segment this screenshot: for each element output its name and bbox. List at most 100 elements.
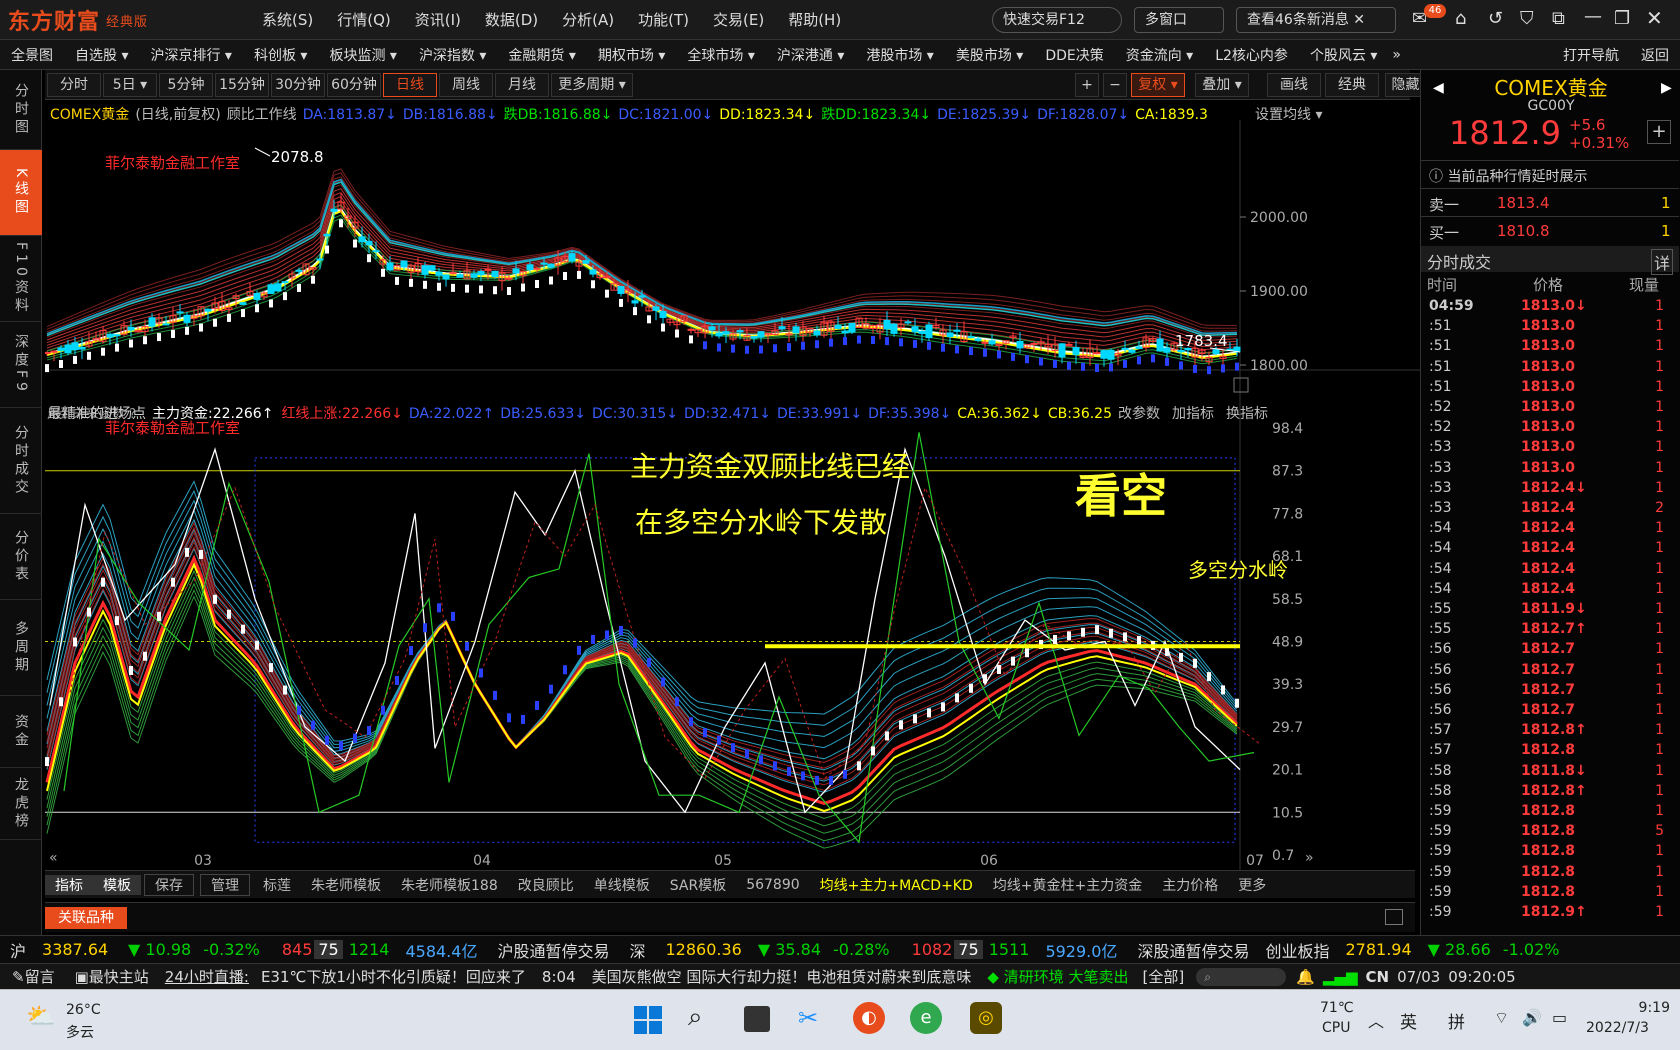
period-tab[interactable]: 周线 <box>439 73 493 97</box>
menu-item[interactable]: 数据(D) <box>473 8 550 32</box>
taskbar-date[interactable]: 2022/7/3 <box>1586 1020 1649 1036</box>
nav-item[interactable]: 沪深港通 ▾ <box>766 45 855 65</box>
menu-item[interactable]: 资讯(I) <box>403 8 473 32</box>
template-tab[interactable]: 管理 <box>200 873 250 896</box>
minimize-icon[interactable]: — <box>1584 6 1602 27</box>
add-watch-icon[interactable]: + <box>1647 120 1671 144</box>
left-tab[interactable]: 龙虎榜 <box>0 768 42 840</box>
nav-right-item[interactable]: 打开导航 <box>1552 45 1630 65</box>
ime-mode[interactable]: 拼 <box>1448 1008 1465 1033</box>
ime-lang[interactable]: 英 <box>1400 1008 1417 1033</box>
template-tab[interactable]: 均线+黄金柱+主力资金 <box>983 875 1152 895</box>
trades-list[interactable]: 04:59 1813.0↓ 1:51 1813.0 1:51 1813.0 1:51 1813… <box>1421 298 1679 938</box>
wifi-icon[interactable]: ⌔ <box>1494 1008 1509 1028</box>
start-icon[interactable] <box>634 1006 662 1034</box>
nav-item[interactable]: DDE决策 <box>1034 45 1114 65</box>
menu-item[interactable]: 功能(T) <box>626 8 701 32</box>
trades-detail-button[interactable]: 详 <box>1651 249 1674 275</box>
menu-item[interactable]: 帮助(H) <box>776 8 853 32</box>
expand-icon[interactable] <box>1385 909 1403 925</box>
period-tab[interactable]: 5分钟 <box>159 73 213 97</box>
menu-item[interactable]: 行情(Q) <box>325 8 403 32</box>
period-tab[interactable]: 分时 <box>47 73 101 97</box>
menu-item[interactable]: 系统(S) <box>250 8 325 32</box>
nav-item[interactable]: 全球市场 ▾ <box>676 45 765 65</box>
left-tab[interactable]: 分时成交 <box>0 408 42 514</box>
template-tab[interactable]: 指标 <box>45 874 93 895</box>
cy-label[interactable]: 创业板指 <box>1259 938 1335 962</box>
sz-label[interactable]: 深 <box>619 938 655 962</box>
left-tab[interactable]: 分价表 <box>0 514 42 600</box>
battery-icon[interactable]: ▭ <box>1552 1008 1567 1027</box>
message-button[interactable]: ✎留言 <box>0 966 63 987</box>
quick-trade-button[interactable]: 快速交易F12 <box>992 7 1122 33</box>
weather-icon[interactable]: ⛅ <box>26 1002 56 1030</box>
left-tab[interactable]: K线图 <box>0 150 42 236</box>
period-tab[interactable]: 5日 ▾ <box>103 73 157 97</box>
env-alert[interactable]: ◆ 清研环境 大笔卖出 <box>979 966 1136 987</box>
nav-item[interactable]: 港股市场 ▾ <box>855 45 944 65</box>
eastmoney-icon[interactable]: ◐ <box>853 1002 885 1034</box>
chart-tool-button[interactable]: 叠加 ▾ <box>1195 73 1249 97</box>
chevron-up-icon[interactable]: ︿ <box>1368 1008 1384 1032</box>
nav-item[interactable]: 金融期货 ▾ <box>497 45 586 65</box>
template-tab[interactable]: 567890 <box>736 877 809 893</box>
period-tab[interactable]: 日线 <box>383 73 437 97</box>
home-icon[interactable]: ⌂ <box>1455 8 1466 29</box>
maximize-icon[interactable]: ❐ <box>1614 8 1630 29</box>
nav-more-icon[interactable]: » <box>1388 47 1405 63</box>
sub-indicator-button[interactable]: 换指标 <box>1226 406 1280 422</box>
template-tab[interactable]: 朱老师模板 <box>301 875 391 895</box>
period-tab[interactable]: 15分钟 <box>215 73 269 97</box>
bell-icon[interactable]: 🔔 <box>1292 968 1319 986</box>
left-tab[interactable]: F10资料 <box>0 236 42 322</box>
template-tab[interactable]: 改良顾比 <box>508 875 584 895</box>
search-input[interactable]: ⌕ <box>1196 967 1287 986</box>
menu-item[interactable]: 分析(A) <box>550 8 626 32</box>
undo-icon[interactable]: ↺ <box>1488 8 1503 29</box>
template-tab[interactable]: 保存 <box>144 873 194 896</box>
layout-icon[interactable]: ⧉ <box>1552 8 1565 29</box>
template-tab[interactable]: 均线+主力+MACD+KD <box>810 875 983 895</box>
news-message-button[interactable]: 查看46条新消息 ✕ <box>1236 7 1396 33</box>
nav-item[interactable]: 沪深京排行 ▾ <box>139 45 242 65</box>
news-headline[interactable]: 美国灰熊做空 国际大行却力挺！电池租赁对蔚来到底意味 <box>584 966 980 987</box>
nav-item[interactable]: 美股市场 ▾ <box>945 45 1034 65</box>
main-indicator[interactable]: 顾比工作线 <box>221 107 303 123</box>
nav-item[interactable]: 资金流向 ▾ <box>1115 45 1204 65</box>
template-tab[interactable]: 主力价格 <box>1152 875 1228 895</box>
sub-indicator-button[interactable]: 改参数 <box>1118 406 1172 422</box>
sh-label[interactable]: 沪 <box>0 938 32 962</box>
nav-item[interactable]: 自选股 ▾ <box>64 45 139 65</box>
app-icon[interactable]: ◎ <box>970 1002 1002 1034</box>
left-tab[interactable]: 深度F9 <box>0 322 42 408</box>
taskbar-time[interactable]: 9:19 <box>1600 1000 1670 1016</box>
left-tab[interactable]: 分时图 <box>0 70 42 150</box>
left-tab[interactable]: 多周期 <box>0 600 42 696</box>
volume-icon[interactable]: 🔊 <box>1522 1008 1542 1027</box>
sub-indicator-button[interactable]: 加指标 <box>1172 406 1226 422</box>
nav-right-item[interactable]: 返回 <box>1630 45 1680 65</box>
related-tab[interactable]: 关联品种 <box>45 907 127 929</box>
skin-icon[interactable]: ⛉ <box>1520 8 1534 29</box>
template-tab[interactable]: SAR模板 <box>660 875 736 895</box>
nav-item[interactable]: 沪深指数 ▾ <box>408 45 497 65</box>
taskview-icon[interactable] <box>744 1006 770 1032</box>
browser-icon[interactable]: e <box>910 1002 942 1034</box>
chart-tool-button[interactable]: 画线 <box>1267 73 1321 97</box>
nav-item[interactable]: L2核心内参 <box>1204 45 1299 65</box>
close-icon[interactable]: ✕ <box>1646 6 1663 30</box>
period-tab[interactable]: 更多周期 ▾ <box>551 73 633 97</box>
all-button[interactable]: [全部] <box>1136 966 1190 987</box>
period-tab[interactable]: 30分钟 <box>271 73 325 97</box>
nav-item[interactable]: 全景图 <box>0 45 64 65</box>
template-tab[interactable]: 模板 <box>93 874 141 895</box>
template-tab[interactable]: 标莲 <box>253 875 301 895</box>
nav-item[interactable]: 期权市场 ▾ <box>587 45 676 65</box>
chart-tool-button[interactable]: + <box>1075 73 1099 97</box>
live-label[interactable]: 24小时直播: <box>161 966 253 987</box>
period-tab[interactable]: 60分钟 <box>327 73 381 97</box>
period-tab[interactable]: 月线 <box>495 73 549 97</box>
live-text[interactable]: E31℃下放1小时不化引质疑！回应来了 <box>253 966 534 987</box>
chart-tool-button[interactable]: − <box>1103 73 1127 97</box>
